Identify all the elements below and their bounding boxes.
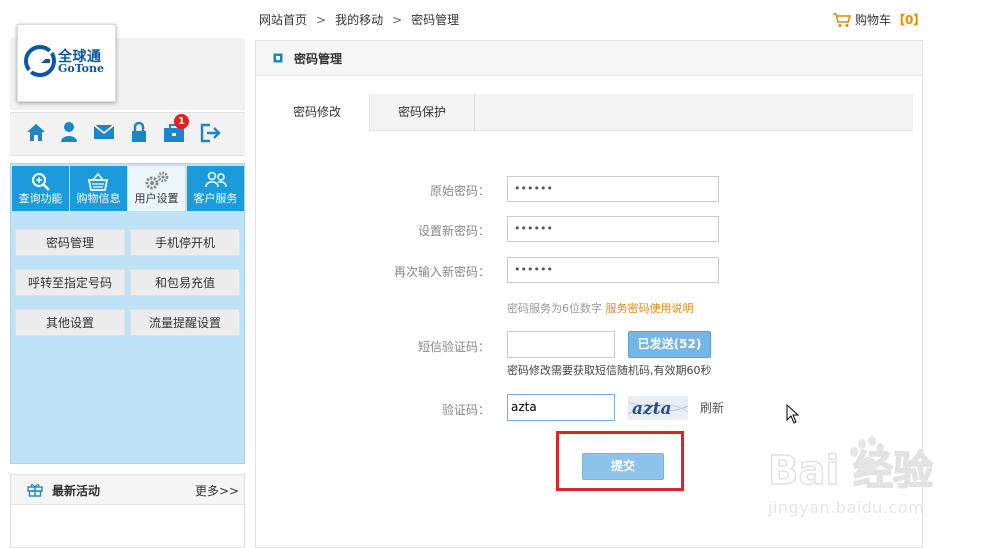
breadcrumb-my-link[interactable]: 我的移动 (335, 11, 383, 28)
password-hint-text: 密码服务为6位数字 (507, 302, 602, 315)
watermark-url: jingyan.baidu.com (768, 498, 925, 517)
captcha-text: azta (632, 399, 672, 419)
menu-hebao-recharge[interactable]: 和包易充值 (130, 269, 240, 296)
tab-shopping-label: 购物信息 (76, 192, 121, 205)
notification-badge: 1 (174, 114, 189, 129)
svg-text:Bai 经验: Bai 经验 (768, 448, 933, 494)
cart-count: 【0】 (893, 13, 926, 27)
breadcrumb: 网站首页 > 我的移动 > 密码管理 (259, 11, 459, 28)
tab-password-protection[interactable]: 密码保护 (370, 94, 475, 131)
confirm-password-label: 再次输入新密码： (393, 265, 490, 279)
sms-code-label: 短信验证码： (417, 340, 490, 354)
breadcrumb-home-link[interactable]: 网站首页 (259, 11, 307, 28)
menu-call-forward[interactable]: 呼转至指定号码 (15, 269, 125, 296)
menu-phone-suspend[interactable]: 手机停开机 (130, 229, 240, 256)
old-password-label: 原始密码： (429, 184, 490, 198)
password-hint: 密码服务为6位数字 服务密码使用说明 (507, 300, 694, 316)
cart-label: 购物车 (855, 13, 892, 27)
logo-text-en: GoTone (58, 62, 104, 75)
latest-activities-more-link[interactable]: 更多>> (195, 482, 239, 499)
confirm-password-input[interactable]: •••••• (507, 257, 719, 283)
panel-header (256, 41, 922, 76)
people-icon (204, 171, 228, 191)
password-usage-link[interactable]: 服务密码使用说明 (606, 302, 694, 315)
tab-query[interactable]: 查询功能 (12, 166, 69, 211)
baidu-watermark-logo: Bai 经验 (768, 432, 944, 496)
gotone-logo-icon (24, 45, 56, 77)
menu-password-management[interactable]: 密码管理 (15, 229, 125, 256)
send-sms-button[interactable]: 已发送(52) (628, 331, 711, 358)
tab-customer-service[interactable]: 客户服务 (187, 166, 244, 211)
menu-other-settings[interactable]: 其他设置 (15, 309, 125, 336)
menu-data-alert[interactable]: 流量提醒设置 (130, 309, 240, 336)
tab-user-settings[interactable]: 用户设置 (128, 166, 185, 211)
breadcrumb-separator: > (392, 13, 403, 27)
lock-icon[interactable] (131, 121, 147, 143)
cart-icon (832, 12, 852, 28)
gift-icon (27, 482, 43, 497)
cart-link[interactable]: 购物车 【0】 (832, 11, 925, 28)
basket-icon (87, 172, 109, 192)
old-password-input[interactable]: •••••• (507, 176, 719, 202)
user-icon[interactable] (60, 121, 78, 143)
breadcrumb-separator: > (316, 13, 327, 27)
breadcrumb-current: 密码管理 (411, 13, 460, 27)
logout-icon[interactable] (200, 123, 222, 143)
mouse-cursor-icon (786, 404, 800, 424)
captcha-input[interactable]: azta (507, 394, 615, 421)
tab-shopping[interactable]: 购物信息 (70, 166, 127, 211)
gears-icon (144, 171, 170, 191)
panel-title: 密码管理 (294, 52, 343, 66)
new-password-input[interactable]: •••••• (507, 216, 719, 242)
home-icon[interactable] (25, 121, 47, 143)
latest-activities-title: 最新活动 (52, 484, 101, 498)
tab-query-label: 查询功能 (18, 192, 63, 205)
captcha-image[interactable]: azta (628, 396, 688, 420)
quick-icons-bar (10, 112, 245, 156)
mail-icon[interactable] (93, 124, 115, 140)
tab-user-settings-label: 用户设置 (134, 192, 179, 205)
captcha-label: 验证码： (441, 403, 490, 417)
sms-code-input[interactable] (507, 331, 615, 358)
tab-change-password[interactable]: 密码修改 (265, 94, 370, 131)
submit-button[interactable]: 提交 (582, 453, 664, 480)
search-icon (31, 172, 51, 192)
square-bullet-icon (273, 53, 283, 63)
tab-customer-service-label: 客户服务 (193, 192, 238, 205)
captcha-refresh-link[interactable]: 刷新 (700, 399, 724, 416)
sms-hint: 密码修改需要获取短信随机码,有效期60秒 (507, 364, 712, 377)
new-password-label: 设置新密码： (417, 224, 490, 238)
